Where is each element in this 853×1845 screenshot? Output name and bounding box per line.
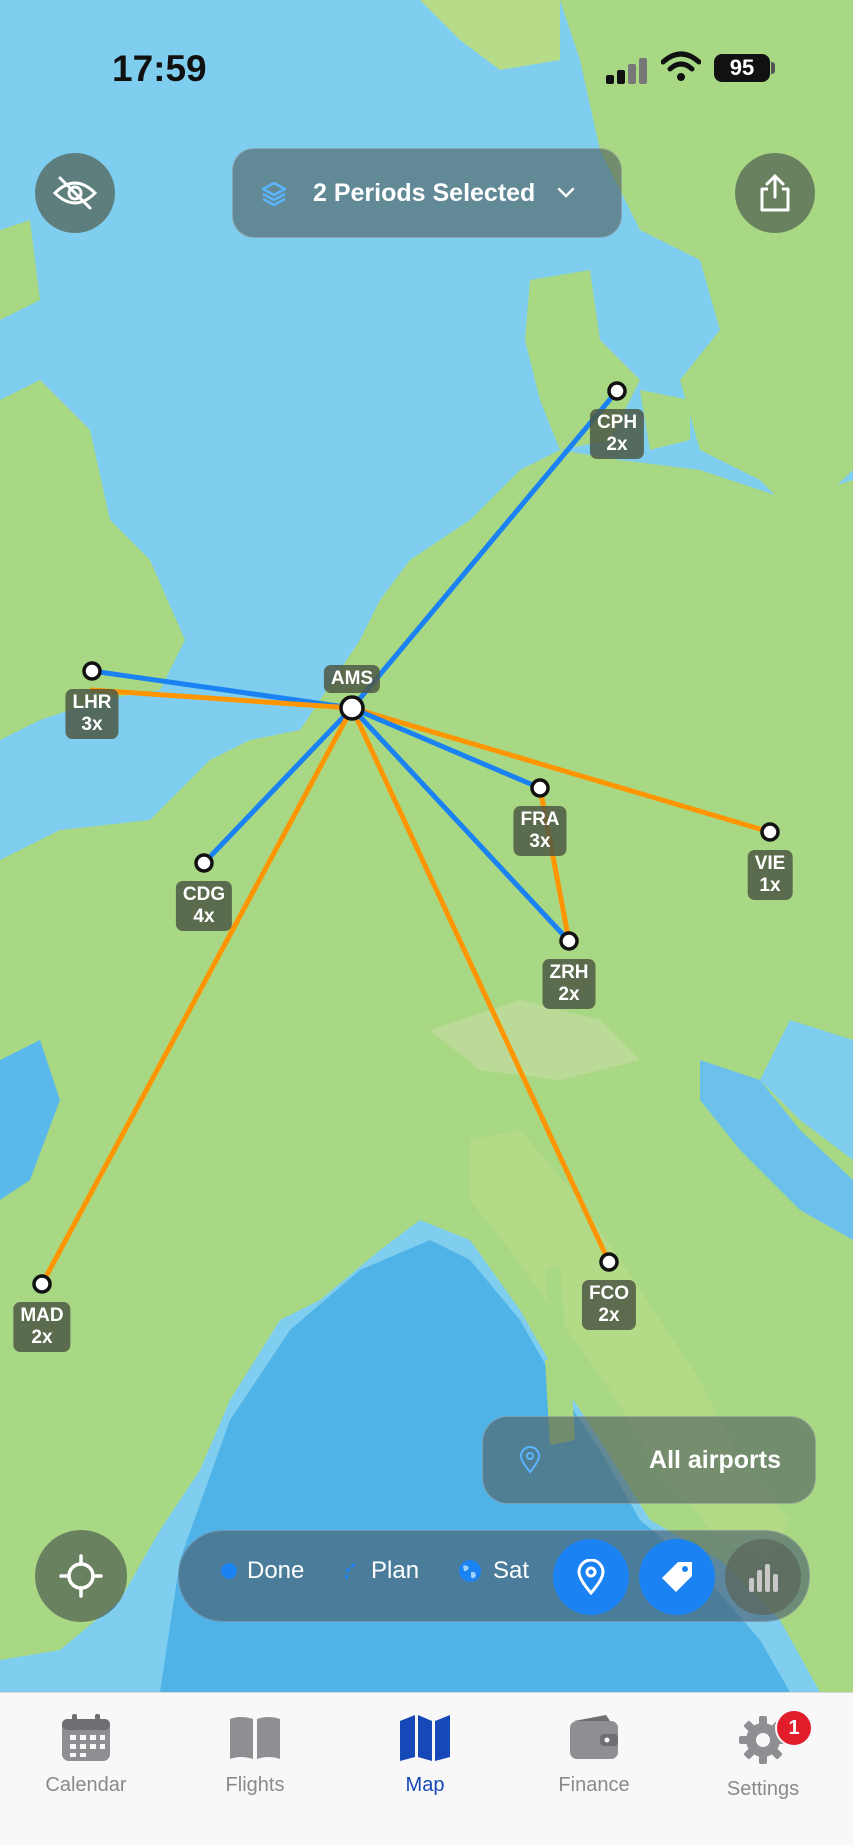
map-legend-toolbar: Done Plan Sat [178, 1530, 810, 1622]
tab-settings[interactable]: 1 Settings [693, 1709, 833, 1801]
legend-done-label: Done [247, 1557, 305, 1584]
calendar-icon [62, 1714, 110, 1761]
tab-calendar[interactable]: Calendar [16, 1713, 156, 1797]
airport-marker-fra[interactable] [530, 778, 550, 798]
location-pin-icon [519, 1446, 541, 1474]
tab-flights-label: Flights [225, 1774, 285, 1796]
tab-flights[interactable]: Flights [185, 1713, 325, 1797]
bar-chart-icon [749, 1564, 778, 1592]
wifi-icon [661, 51, 701, 81]
tab-map[interactable]: Map [355, 1713, 495, 1797]
legend-sat-label: Sat [493, 1557, 530, 1584]
period-selector-label: 2 Periods Selected [313, 178, 536, 207]
airport-marker-ams[interactable] [339, 695, 365, 721]
tab-finance-label: Finance [558, 1774, 630, 1796]
airport-label-cdg[interactable]: CDG 4x [175, 881, 233, 931]
airport-label-lhr[interactable]: LHR 3x [65, 689, 119, 739]
airport-visit-count: 2x [31, 1327, 53, 1348]
tag-icon [662, 1562, 692, 1592]
airport-visit-count: 2x [606, 434, 628, 455]
current-location-button[interactable] [35, 1530, 127, 1622]
tab-calendar-label: Calendar [45, 1774, 127, 1796]
label-mode-button[interactable] [639, 1539, 715, 1615]
airport-code: LHR [72, 692, 112, 713]
airport-code: CDG [182, 884, 226, 905]
period-selector-button[interactable]: 2 Periods Selected [232, 148, 622, 238]
airport-code: MAD [20, 1305, 64, 1326]
tab-bar: Calendar Flights Map Finance 1 Settings [0, 1692, 853, 1845]
hide-visibility-button[interactable] [35, 153, 115, 233]
crosshair-icon [59, 1554, 103, 1598]
battery-nub [771, 62, 775, 74]
airport-label-cph[interactable]: CPH 2x [589, 409, 645, 459]
eye-slash-icon [52, 176, 98, 210]
airport-marker-zrh[interactable] [559, 931, 579, 951]
airport-visit-count: 3x [81, 714, 103, 735]
chevron-down-icon [558, 187, 575, 198]
status-bar: 17:59 95 [0, 0, 853, 130]
airport-visit-count: 2x [598, 1305, 620, 1326]
airport-code: CPH [596, 412, 638, 433]
battery-indicator: 95 [714, 54, 770, 82]
legend-done[interactable]: Done [221, 1557, 304, 1585]
legend-plan-label: Plan [371, 1557, 420, 1584]
cellular-signal-icon [606, 58, 650, 84]
tab-finance[interactable]: Finance [524, 1713, 664, 1797]
globe-icon [459, 1560, 481, 1582]
airport-marker-fco[interactable] [599, 1252, 619, 1272]
airport-label-mad[interactable]: MAD 2x [13, 1302, 71, 1352]
share-button[interactable] [735, 153, 815, 233]
layers-icon [261, 181, 287, 206]
airport-filter-button[interactable]: All airports [482, 1416, 816, 1504]
airport-visit-count: 1x [759, 875, 781, 896]
airport-label-zrh[interactable]: ZRH 2x [542, 959, 596, 1009]
airport-visit-count: 4x [193, 906, 215, 927]
location-pin-icon [577, 1559, 605, 1595]
wallet-icon [570, 1715, 618, 1759]
share-icon [760, 174, 790, 212]
airport-filter-label: All airports [649, 1445, 781, 1474]
pin-mode-button[interactable] [553, 1539, 629, 1615]
airport-code: FRA [520, 809, 560, 830]
airport-code: ZRH [549, 962, 589, 983]
airport-visit-count: 3x [529, 831, 551, 852]
done-dot-icon [221, 1563, 237, 1579]
book-icon [230, 1717, 280, 1759]
airport-label-ams[interactable]: AMS [323, 665, 381, 693]
status-time: 17:59 [112, 48, 207, 89]
legend-plan[interactable]: Plan [343, 1557, 419, 1585]
airport-label-fra[interactable]: FRA 3x [513, 806, 567, 856]
stats-mode-button[interactable] [725, 1539, 801, 1615]
settings-badge: 1 [775, 1709, 813, 1747]
legend-satellite[interactable]: Sat [457, 1557, 529, 1585]
dashed-arc-icon [345, 1562, 358, 1580]
map-icon [400, 1715, 450, 1761]
airport-marker-cdg[interactable] [194, 853, 214, 873]
tab-map-label: Map [405, 1774, 445, 1796]
airport-label-vie[interactable]: VIE 1x [747, 850, 793, 900]
airport-code: VIE [754, 853, 786, 874]
airport-marker-cph[interactable] [607, 381, 627, 401]
airport-marker-lhr[interactable] [82, 661, 102, 681]
airport-code: FCO [588, 1283, 630, 1304]
airport-visit-count: 2x [558, 984, 580, 1005]
airport-marker-vie[interactable] [760, 822, 780, 842]
airport-marker-mad[interactable] [32, 1274, 52, 1294]
tab-settings-label: Settings [726, 1778, 800, 1800]
airport-label-fco[interactable]: FCO 2x [581, 1280, 637, 1330]
